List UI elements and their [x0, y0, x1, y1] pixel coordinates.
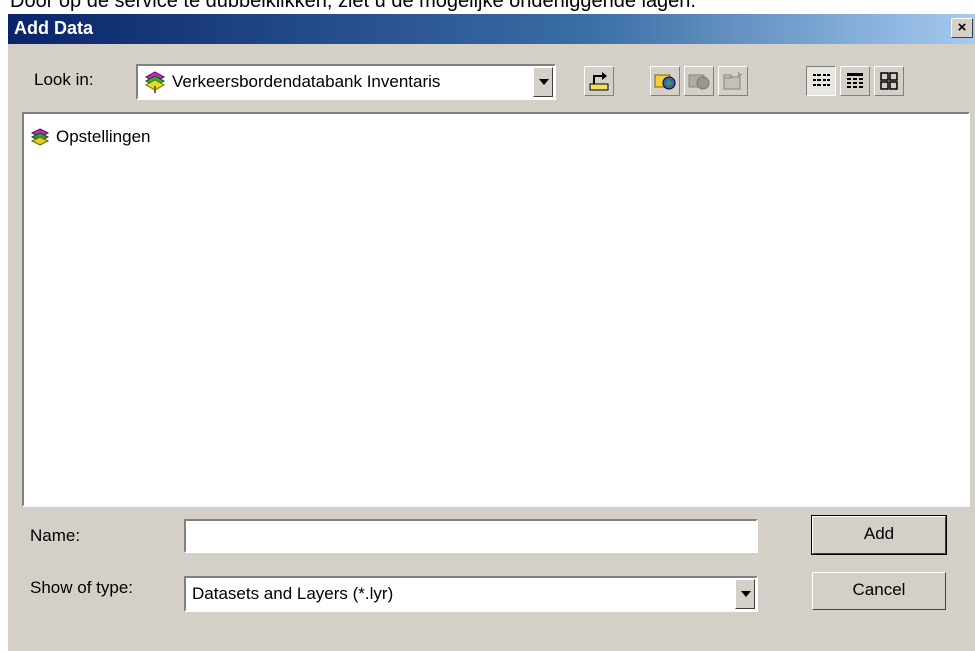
new-folder-icon	[723, 71, 743, 90]
layer-group-icon	[30, 128, 50, 146]
connect-to-folder-icon	[654, 74, 676, 90]
add-data-dialog: Add Data × Look in: Verkeersbordendataba…	[8, 14, 975, 651]
disconnect-icon	[688, 74, 710, 90]
name-label: Name:	[30, 526, 81, 545]
type-dropdown-arrow-icon[interactable]	[735, 579, 755, 609]
disconnect-button[interactable]	[684, 66, 714, 96]
close-button[interactable]: ×	[951, 18, 973, 38]
details-view-button[interactable]	[840, 66, 870, 96]
thumbnails-view-icon	[880, 72, 898, 90]
look-in-value: Verkeersbordendatabank Inventaris	[172, 72, 441, 91]
type-label: Show of type:	[30, 578, 134, 597]
list-item-label: Opstellingen	[56, 127, 151, 146]
details-view-icon	[847, 73, 863, 88]
type-value: Datasets and Layers (*.lyr)	[192, 584, 394, 603]
dialog-title: Add Data	[14, 18, 94, 38]
look-in-label: Look in:	[34, 70, 94, 89]
thumbnails-view-button[interactable]	[874, 66, 904, 96]
new-folder-button[interactable]	[718, 66, 748, 96]
list-view-icon	[813, 74, 830, 86]
connect-to-folder-button[interactable]	[650, 66, 680, 96]
file-list-pane[interactable]: Opstellingen	[22, 112, 970, 507]
instruction-caption: Door op de service te dubbelklikken, zie…	[10, 0, 696, 12]
database-icon	[144, 71, 166, 98]
cancel-button[interactable]: Cancel	[812, 572, 946, 610]
look-in-dropdown-arrow-icon[interactable]	[533, 67, 553, 97]
up-one-level-icon	[589, 72, 609, 91]
name-field[interactable]	[184, 519, 758, 553]
look-in-dropdown[interactable]: Verkeersbordendatabank Inventaris	[136, 64, 556, 100]
up-one-level-button[interactable]	[584, 66, 614, 96]
name-input[interactable]	[186, 521, 756, 551]
list-view-button[interactable]	[806, 66, 836, 96]
type-dropdown[interactable]: Datasets and Layers (*.lyr)	[184, 576, 758, 612]
title-bar[interactable]: Add Data ×	[8, 14, 975, 44]
add-button[interactable]: Add	[811, 515, 947, 555]
